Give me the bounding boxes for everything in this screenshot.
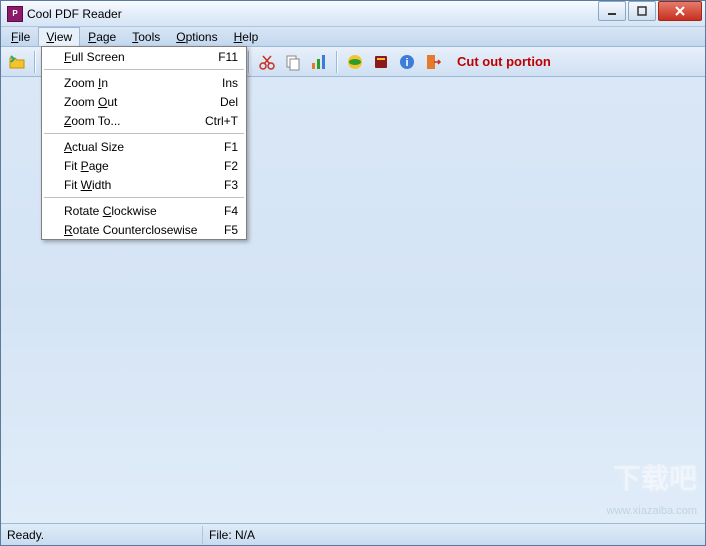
menu-fit-width[interactable]: Fit Width F3 bbox=[42, 175, 246, 194]
menu-options[interactable]: Options bbox=[168, 27, 225, 46]
menu-actual-size[interactable]: Actual Size F1 bbox=[42, 137, 246, 156]
menu-zoom-to[interactable]: Zoom To... Ctrl+T bbox=[42, 111, 246, 130]
window-title: Cool PDF Reader bbox=[27, 7, 598, 21]
toolbar-separator bbox=[336, 51, 338, 73]
menubar: File View Page Tools Options Help bbox=[1, 27, 705, 47]
menu-file[interactable]: File bbox=[3, 27, 38, 46]
app-icon: P bbox=[7, 6, 23, 22]
menu-separator bbox=[44, 133, 244, 134]
copy-icon[interactable] bbox=[281, 50, 305, 74]
menu-rotate-ccw[interactable]: Rotate Counterclosewise F5 bbox=[42, 220, 246, 239]
toolbar-hint: Cut out portion bbox=[457, 54, 551, 69]
minimize-button[interactable] bbox=[598, 1, 626, 21]
statusbar: Ready. File: N/A bbox=[1, 523, 705, 545]
menu-zoom-in[interactable]: Zoom In Ins bbox=[42, 73, 246, 92]
globe-icon[interactable] bbox=[343, 50, 367, 74]
menu-separator bbox=[44, 197, 244, 198]
menu-fit-page[interactable]: Fit Page F2 bbox=[42, 156, 246, 175]
menu-full-screen[interactable]: Full Screen F11 bbox=[42, 47, 246, 66]
status-ready: Ready. bbox=[1, 526, 203, 544]
view-dropdown-menu: Full Screen F11 Zoom In Ins Zoom Out Del… bbox=[41, 46, 247, 240]
menu-page[interactable]: Page bbox=[80, 27, 124, 46]
menu-separator bbox=[44, 69, 244, 70]
menu-rotate-cw[interactable]: Rotate Clockwise F4 bbox=[42, 201, 246, 220]
menu-zoom-out[interactable]: Zoom Out Del bbox=[42, 92, 246, 111]
exit-icon[interactable] bbox=[421, 50, 445, 74]
status-file: File: N/A bbox=[203, 526, 705, 544]
watermark-text: 下载吧 bbox=[613, 457, 697, 497]
window-buttons bbox=[598, 1, 705, 26]
svg-text:i: i bbox=[405, 57, 408, 69]
menu-tools[interactable]: Tools bbox=[124, 27, 168, 46]
titlebar: P Cool PDF Reader bbox=[1, 1, 705, 27]
watermark-url: www.xiazaiba.com bbox=[607, 505, 697, 517]
chart-icon[interactable] bbox=[307, 50, 331, 74]
toolbar-separator bbox=[34, 51, 36, 73]
menu-help[interactable]: Help bbox=[226, 27, 267, 46]
open-file-icon[interactable] bbox=[5, 50, 29, 74]
toolbar-separator bbox=[248, 51, 250, 73]
close-button[interactable] bbox=[658, 1, 702, 21]
cut-icon[interactable] bbox=[255, 50, 279, 74]
book-icon[interactable] bbox=[369, 50, 393, 74]
menu-view[interactable]: View bbox=[38, 27, 80, 46]
info-icon[interactable]: i bbox=[395, 50, 419, 74]
maximize-button[interactable] bbox=[628, 1, 656, 21]
